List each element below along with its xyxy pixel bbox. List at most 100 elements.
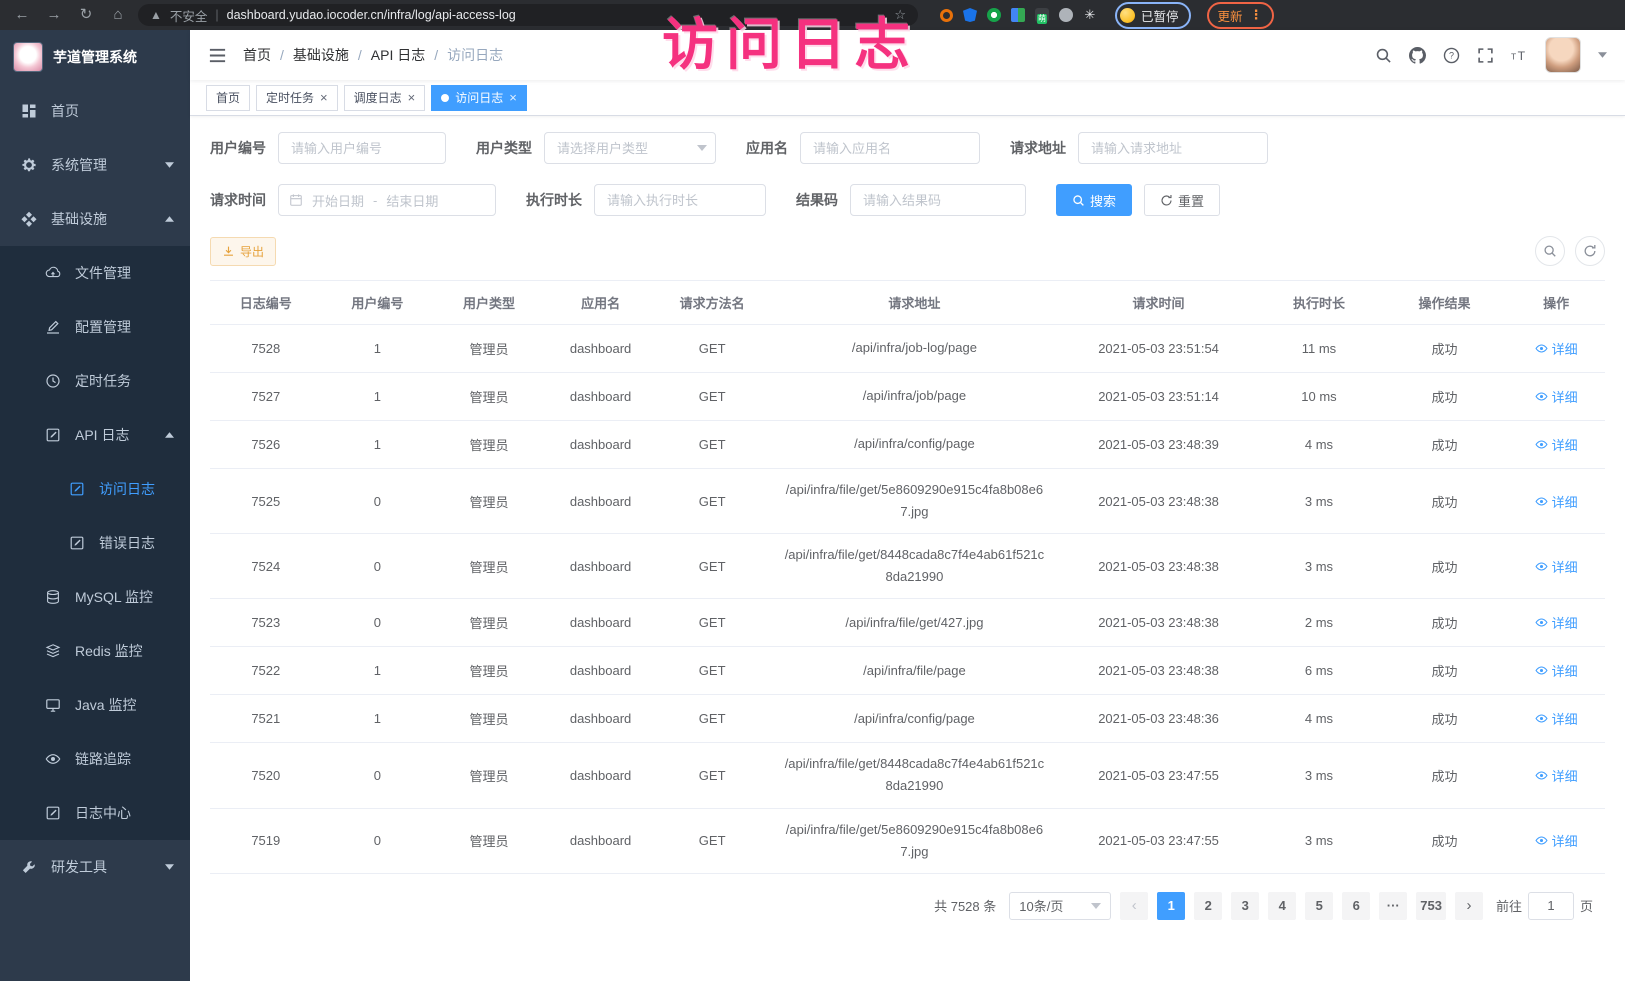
extension-icon[interactable]: ✳ [1083, 8, 1097, 22]
detail-link[interactable]: 详细 [1535, 766, 1578, 785]
refresh-button[interactable] [1575, 236, 1605, 266]
address-bar[interactable]: ▲ 不安全 | dashboard.yudao.iocoder.cn/infra… [138, 4, 918, 26]
sidebar-item-log-center[interactable]: 日志中心 [0, 786, 190, 840]
tab-job-log[interactable]: 调度日志× [344, 85, 426, 111]
tab-access-log[interactable]: 访问日志× [431, 85, 527, 111]
sidebar-item-mysql-monitor[interactable]: MySQL 监控 [0, 570, 190, 624]
sidebar-item-java-monitor[interactable]: Java 监控 [0, 678, 190, 732]
result-code-input[interactable] [850, 184, 1026, 216]
user-avatar[interactable] [1545, 37, 1581, 73]
page-button-4[interactable]: 4 [1268, 892, 1296, 920]
duration-cell: 4 ms [1256, 421, 1382, 469]
sidebar-item-config-management[interactable]: 配置管理 [0, 300, 190, 354]
help-icon[interactable]: ? [1443, 47, 1460, 64]
sidebar-item-home[interactable]: 首页 [0, 84, 190, 138]
sidebar-item-infrastructure[interactable]: 基础设施 [0, 192, 190, 246]
app-logo[interactable]: 芋道管理系统 [0, 30, 190, 84]
chevron-down-icon[interactable] [1598, 52, 1607, 58]
action-cell: 详细 [1507, 599, 1605, 647]
search-button[interactable]: 搜索 [1056, 184, 1132, 216]
divider: | [215, 8, 218, 22]
more-pages-button[interactable]: ··· [1379, 892, 1407, 920]
user-type-select[interactable] [544, 132, 716, 164]
fullscreen-icon[interactable] [1477, 47, 1494, 64]
extension-icon[interactable] [940, 9, 953, 22]
duration-cell: 3 ms [1256, 743, 1382, 808]
sidebar-item-redis-monitor[interactable]: Redis 监控 [0, 624, 190, 678]
method-cell: GET [656, 695, 768, 743]
prev-page-button[interactable]: ‹ [1120, 892, 1148, 920]
github-icon[interactable] [1409, 47, 1426, 64]
request-url-input[interactable] [1078, 132, 1268, 164]
page-button-2[interactable]: 2 [1194, 892, 1222, 920]
page-button-3[interactable]: 3 [1231, 892, 1259, 920]
close-icon[interactable]: × [408, 91, 416, 104]
detail-link[interactable]: 详细 [1535, 661, 1578, 680]
sidebar-item-error-log[interactable]: 错误日志 [0, 516, 190, 570]
extension-icon[interactable] [1059, 8, 1073, 22]
detail-link[interactable]: 详细 [1535, 613, 1578, 632]
page-button-1[interactable]: 1 [1157, 892, 1185, 920]
sidebar-item-access-log[interactable]: 访问日志 [0, 462, 190, 516]
page-size-select[interactable]: 10条/页 [1009, 892, 1111, 920]
app-name-input[interactable] [800, 132, 980, 164]
toggle-search-button[interactable] [1535, 236, 1565, 266]
sidebar-item-scheduled-jobs[interactable]: 定时任务 [0, 354, 190, 408]
sidebar-item-file-management[interactable]: 文件管理 [0, 246, 190, 300]
detail-link[interactable]: 详细 [1535, 387, 1578, 406]
user-id-input[interactable] [278, 132, 446, 164]
detail-link-label: 详细 [1552, 709, 1578, 728]
tab-scheduled-jobs[interactable]: 定时任务× [256, 85, 338, 111]
app-name-cell: dashboard [545, 743, 657, 808]
next-page-button[interactable]: › [1455, 892, 1483, 920]
extension-icon[interactable] [987, 8, 1001, 22]
page-button-753[interactable]: 753 [1416, 892, 1446, 920]
browser-update-button[interactable]: 更新 ⋮ [1207, 2, 1274, 29]
sidebar: 芋道管理系统 首页系统管理基础设施文件管理配置管理定时任务API 日志访问日志错… [0, 30, 190, 981]
extension-icon[interactable]: 萌 [1035, 8, 1049, 22]
export-button[interactable]: 导出 [210, 237, 276, 266]
detail-link[interactable]: 详细 [1535, 831, 1578, 850]
detail-link[interactable]: 详细 [1535, 557, 1578, 576]
back-icon[interactable]: ← [10, 0, 34, 30]
breadcrumb-item[interactable]: API 日志 [371, 45, 425, 65]
kebab-menu-icon[interactable]: ⋮ [1250, 7, 1263, 23]
breadcrumb-item[interactable]: 首页 [243, 45, 271, 65]
detail-link[interactable]: 详细 [1535, 435, 1578, 454]
user-type-cell: 管理员 [433, 421, 545, 469]
clock-icon [44, 373, 61, 390]
column-header: 执行时长 [1256, 281, 1382, 325]
sidebar-item-dev-tools[interactable]: 研发工具 [0, 840, 190, 894]
sidebar-item-api-log[interactable]: API 日志 [0, 408, 190, 462]
bookmark-star-icon[interactable]: ☆ [894, 7, 906, 23]
profile-paused-pill[interactable]: 已暂停 [1115, 2, 1191, 29]
home-icon[interactable]: ⌂ [106, 0, 130, 30]
page-button-5[interactable]: 5 [1305, 892, 1333, 920]
goto-page-input[interactable] [1528, 892, 1574, 920]
sidebar-item-label: 访问日志 [99, 479, 174, 499]
extension-icon[interactable] [963, 8, 977, 22]
field-label: 用户编号 [210, 138, 266, 158]
search-icon[interactable] [1375, 47, 1392, 64]
close-icon[interactable]: × [509, 91, 517, 104]
sidebar-item-system-management[interactable]: 系统管理 [0, 138, 190, 192]
forward-icon[interactable]: → [42, 0, 66, 30]
date-range-picker[interactable]: 开始日期 - 结束日期 [278, 184, 496, 216]
sidebar-item-label: 基础设施 [51, 209, 165, 229]
extension-badge: 萌 [1037, 14, 1047, 24]
reload-icon[interactable]: ↻ [74, 0, 98, 30]
reset-button[interactable]: 重置 [1144, 184, 1220, 216]
tab-home[interactable]: 首页 [206, 85, 250, 111]
duration-input[interactable] [594, 184, 766, 216]
detail-link[interactable]: 详细 [1535, 709, 1578, 728]
font-size-icon[interactable]: TT [1511, 47, 1528, 64]
detail-link[interactable]: 详细 [1535, 492, 1578, 511]
sidebar-item-trace[interactable]: 链路追踪 [0, 732, 190, 786]
range-separator: - [373, 193, 377, 208]
breadcrumb-item[interactable]: 基础设施 [293, 45, 349, 65]
detail-link[interactable]: 详细 [1535, 339, 1578, 358]
hamburger-icon[interactable] [208, 46, 227, 65]
extension-icon[interactable] [1011, 8, 1025, 22]
page-button-6[interactable]: 6 [1342, 892, 1370, 920]
close-icon[interactable]: × [320, 91, 328, 104]
